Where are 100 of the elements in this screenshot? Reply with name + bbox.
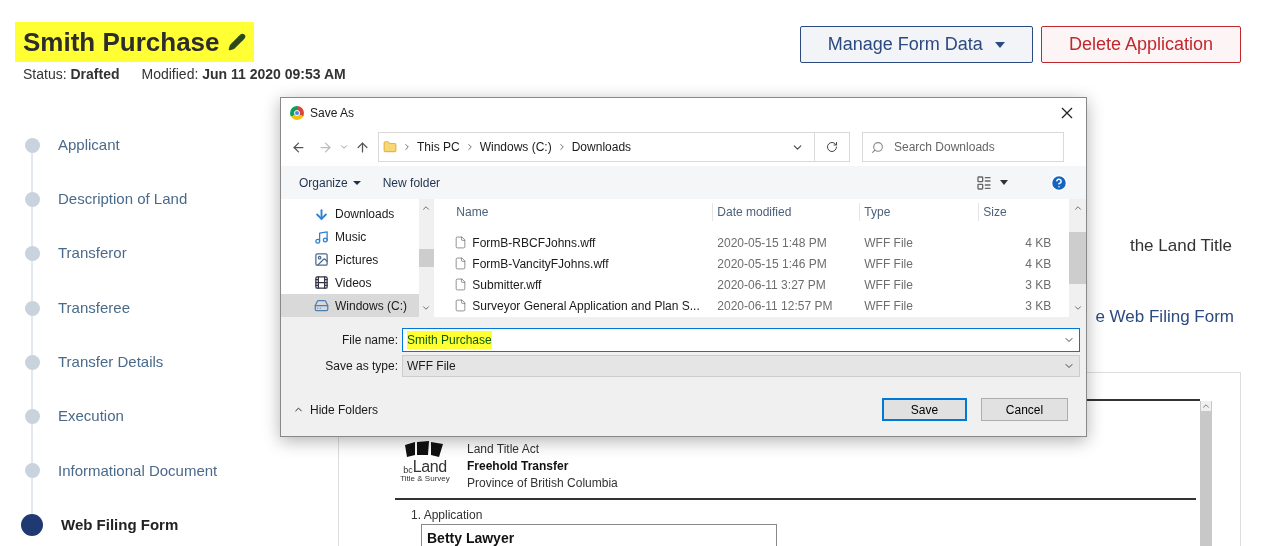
file-icon xyxy=(454,277,468,292)
file-date: 2020-06-11 12:57 PM xyxy=(716,297,834,315)
step-link[interactable]: Transfer Details xyxy=(58,351,164,374)
file-size: 4 KB xyxy=(1024,255,1052,273)
form-title: Freehold Transfer xyxy=(467,458,570,475)
download-icon xyxy=(314,206,329,222)
step-link[interactable]: Informational Document xyxy=(58,459,218,483)
file-icon xyxy=(454,256,468,271)
section-heading: 1. Application xyxy=(411,507,484,524)
column-header[interactable]: Size xyxy=(979,203,1070,221)
file-row[interactable]: Surveyor General Application and Plan S... 2020-06-11 12:57 PM WFF File 3 KB xyxy=(454,295,1070,316)
scroll-up-icon[interactable] xyxy=(1072,203,1083,213)
close-icon[interactable] xyxy=(1061,107,1073,119)
back-icon[interactable] xyxy=(291,139,306,155)
scroll-up-icon[interactable] xyxy=(1201,401,1211,411)
modified-text: Modified: Jun 11 2020 09:53 AM xyxy=(141,65,346,84)
file-name: FormB-RBCFJohns.wff xyxy=(472,234,596,252)
scroll-thumb[interactable] xyxy=(1069,232,1086,284)
file-date: 2020-06-11 3:27 PM xyxy=(716,276,827,294)
field-label: File name: xyxy=(340,332,399,349)
edit-icon[interactable] xyxy=(227,33,246,51)
save-button[interactable]: Save xyxy=(882,398,967,421)
file-name-field[interactable]: Smith Purchase xyxy=(402,328,1080,352)
file-type: WFF File xyxy=(863,297,914,315)
file-name: FormB-VancityFJohns.wff xyxy=(472,255,609,273)
applicant-field: Betty Lawyer xyxy=(421,524,777,546)
navigation-item[interactable]: Downloads xyxy=(281,203,419,226)
file-date: 2020-05-15 1:48 PM xyxy=(716,234,828,252)
music-note-icon xyxy=(314,229,329,245)
file-row[interactable]: Submitter.wff 2020-06-11 3:27 PM WFF File 3 KB xyxy=(454,274,1070,295)
picture-icon xyxy=(314,252,329,268)
film-icon xyxy=(314,275,329,291)
up-icon[interactable] xyxy=(355,139,370,155)
application-title: Smith Purchase xyxy=(23,25,220,59)
file-size: 3 KB xyxy=(1024,297,1052,315)
instruction-text: the Land Title xyxy=(1129,235,1232,257)
step-link[interactable]: Transferor xyxy=(58,242,127,265)
delete-application-button[interactable]: Delete Application xyxy=(1040,26,1241,63)
help-icon[interactable] xyxy=(1050,173,1068,192)
navigation-item[interactable]: Windows (C:) xyxy=(281,294,419,317)
web-filing-form-link[interactable]: e Web Filing Form xyxy=(1095,303,1234,329)
step-link[interactable]: Transferee xyxy=(58,296,130,320)
file-size: 4 KB xyxy=(1024,234,1052,252)
toolbar-button[interactable]: New folder xyxy=(382,173,441,192)
scroll-thumb[interactable] xyxy=(418,249,435,267)
chevron-right-icon xyxy=(402,142,412,152)
land-title-logo: bcLand Title & Survey xyxy=(395,441,455,492)
view-options-icon[interactable] xyxy=(976,174,992,191)
step-link[interactable]: Execution xyxy=(58,405,124,428)
field-label: Save as type: xyxy=(324,358,399,375)
caret-icon xyxy=(994,41,1005,48)
folder-icon xyxy=(383,139,397,155)
manage-form-data-button[interactable]: Manage Form Data xyxy=(799,26,1033,63)
file-type: WFF File xyxy=(863,276,914,294)
breadcrumb-item[interactable]: Windows (C:) xyxy=(479,138,552,156)
province-name: Province of British Columbia xyxy=(467,475,618,492)
scrollbar[interactable] xyxy=(1069,199,1086,317)
file-name: Surveyor General Application and Plan S... xyxy=(472,297,700,315)
column-header[interactable]: Date modified xyxy=(713,203,861,221)
navigation-item[interactable]: Videos xyxy=(281,271,419,295)
navigation-item[interactable]: Music xyxy=(281,225,419,249)
file-icon xyxy=(454,298,468,313)
address-bar[interactable]: This PC Windows (C:) Downloads xyxy=(378,132,850,162)
file-icon xyxy=(454,235,468,250)
step-link[interactable]: Web Filing Form xyxy=(61,513,179,537)
column-header[interactable]: Name xyxy=(454,203,714,221)
breadcrumb-item[interactable]: Downloads xyxy=(571,138,632,156)
breadcrumb-item[interactable]: This PC xyxy=(417,138,460,156)
scroll-down-icon[interactable] xyxy=(1072,303,1083,313)
caret-icon xyxy=(352,180,361,185)
step-link[interactable]: Applicant xyxy=(58,133,120,157)
dialog-title: Save As xyxy=(310,105,355,122)
toolbar-button[interactable]: Organize xyxy=(299,173,361,192)
caret-icon[interactable] xyxy=(1000,180,1008,185)
file-row[interactable]: FormB-VancityFJohns.wff 2020-05-15 1:46 PM WFF File 4 KB xyxy=(454,253,1070,274)
scroll-down-icon[interactable] xyxy=(421,303,432,313)
drive-icon xyxy=(314,298,329,314)
cancel-button[interactable]: Cancel xyxy=(981,398,1068,421)
search-icon xyxy=(871,140,884,154)
forward-icon[interactable] xyxy=(318,139,333,155)
browser-logo-icon xyxy=(290,106,304,120)
file-date: 2020-05-15 1:46 PM xyxy=(716,255,828,273)
file-name: Submitter.wff xyxy=(472,276,542,294)
file-type: WFF File xyxy=(863,234,914,252)
file-type-select[interactable]: WFF File xyxy=(402,355,1080,377)
file-row[interactable]: FormB-RBCFJohns.wff 2020-05-15 1:48 PM WFF File 4 KB xyxy=(454,232,1070,253)
hide-folders-button[interactable]: Hide Folders xyxy=(293,400,379,419)
file-size: 3 KB xyxy=(1024,276,1052,294)
scrollbar[interactable] xyxy=(1200,401,1212,546)
file-type: WFF File xyxy=(863,255,914,273)
search-field[interactable]: Search Downloads xyxy=(862,132,1064,162)
act-name: Land Title Act xyxy=(467,441,541,458)
scroll-up-icon[interactable] xyxy=(421,203,432,213)
status-text: Status: Drafted xyxy=(23,65,120,84)
recent-locations-icon[interactable] xyxy=(339,142,349,152)
column-header[interactable]: Type xyxy=(860,203,980,221)
step-link[interactable]: Description of Land xyxy=(58,188,188,211)
refresh-icon[interactable] xyxy=(826,141,838,153)
scrollbar[interactable] xyxy=(418,199,435,317)
navigation-item[interactable]: Pictures xyxy=(281,248,419,272)
